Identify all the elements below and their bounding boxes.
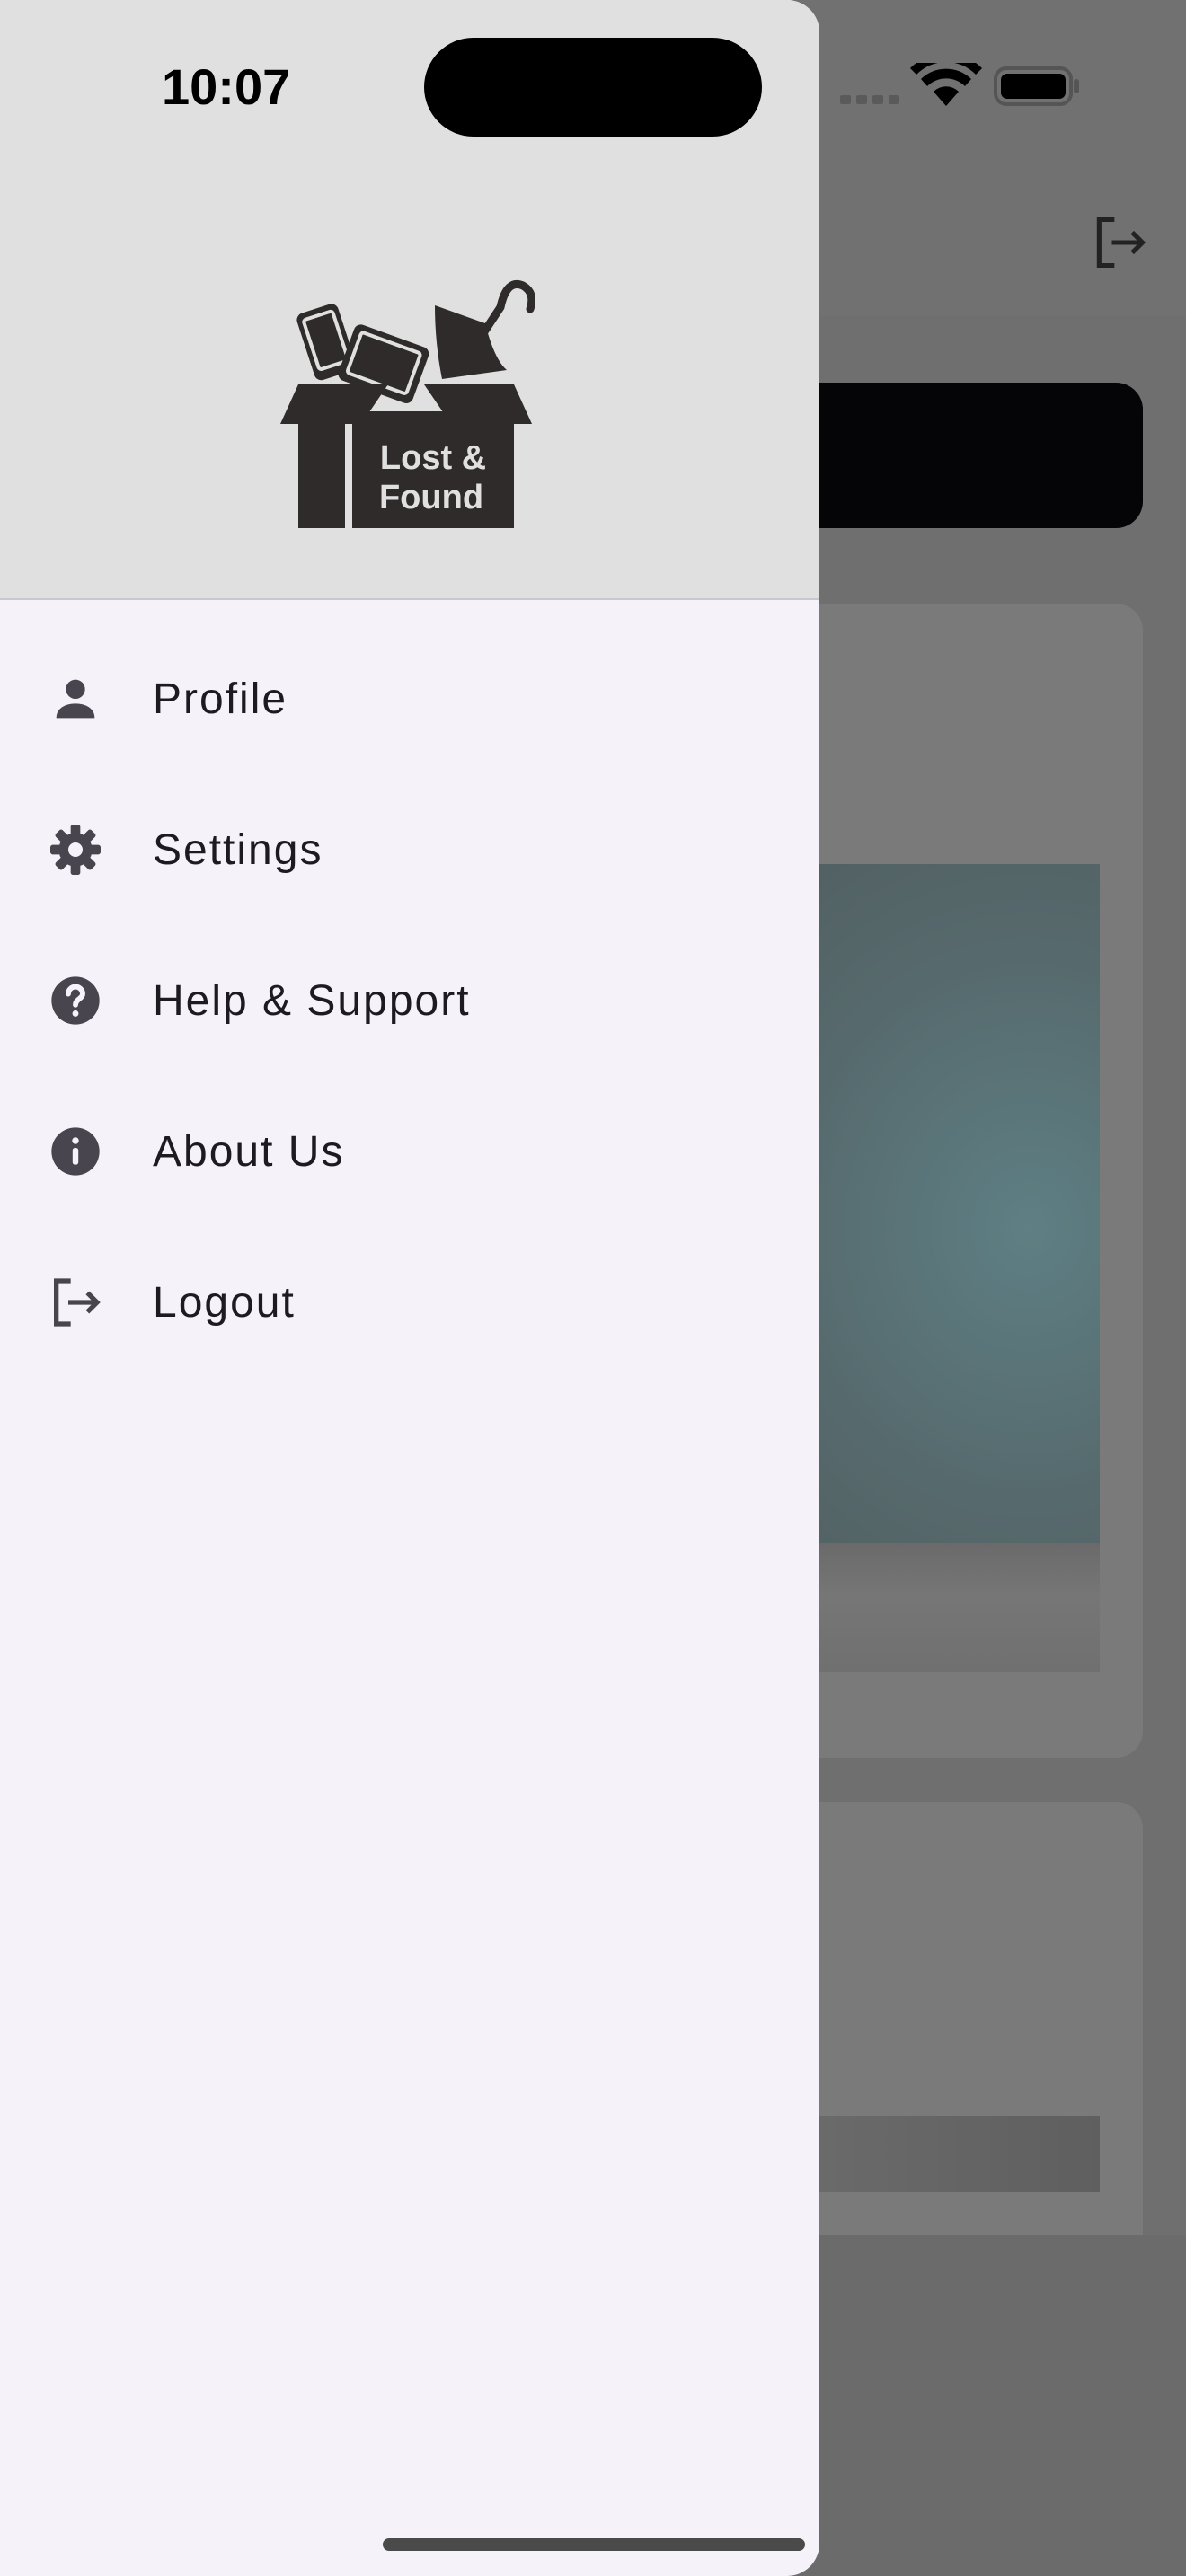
logo-text-line2: Found — [379, 479, 483, 516]
menu-label-settings: Settings — [153, 825, 323, 874]
drawer-menu: Profile Settings Help & Support About Us… — [0, 623, 819, 1378]
info-circle-icon — [45, 1121, 106, 1182]
wifi-icon — [910, 63, 982, 106]
menu-label-help-support: Help & Support — [153, 976, 471, 1025]
dynamic-island — [424, 38, 762, 137]
person-icon — [45, 668, 106, 729]
menu-item-help-support[interactable]: Help & Support — [0, 925, 819, 1076]
app-bar-logout-icon[interactable] — [1089, 212, 1150, 273]
menu-label-logout: Logout — [153, 1278, 296, 1327]
help-circle-icon — [45, 970, 106, 1031]
battery-icon — [994, 66, 1079, 106]
status-icons — [840, 63, 1079, 106]
navigation-drawer: 10:07 Lost & Found Profile Settings Help… — [0, 0, 819, 2576]
lost-and-found-logo: Lost & Found — [280, 280, 535, 528]
gear-icon — [45, 819, 106, 880]
menu-label-profile: Profile — [153, 675, 288, 723]
menu-label-about-us: About Us — [153, 1127, 345, 1176]
menu-item-settings[interactable]: Settings — [0, 774, 819, 925]
status-time: 10:07 — [162, 58, 291, 115]
logout-icon — [45, 1272, 106, 1333]
logo-text-line1: Lost & — [380, 439, 486, 477]
menu-item-logout[interactable]: Logout — [0, 1227, 819, 1378]
menu-item-about-us[interactable]: About Us — [0, 1076, 819, 1227]
signal-icon — [840, 95, 899, 104]
home-indicator — [383, 2538, 805, 2551]
drawer-header: 10:07 Lost & Found — [0, 0, 819, 600]
menu-item-profile[interactable]: Profile — [0, 623, 819, 774]
